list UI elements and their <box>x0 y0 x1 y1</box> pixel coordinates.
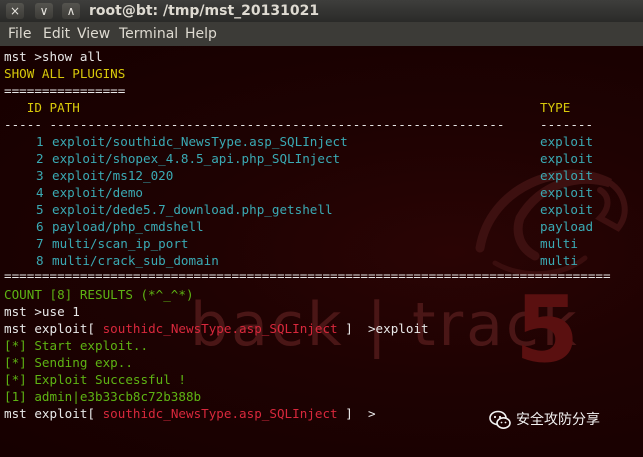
plugin-type: exploit <box>540 168 594 183</box>
log-line: [1] admin|e3b33cb8c72b388b <box>4 389 202 404</box>
prompt-command: ] >exploit <box>337 321 429 336</box>
prompt-prefix: mst exploit[ <box>4 321 103 336</box>
plugin-path: exploit/demo <box>52 185 143 200</box>
dash-separator: ----- ----------------------------------… <box>4 117 505 132</box>
plugin-id: 3 <box>36 168 44 183</box>
plugin-id: 6 <box>36 219 44 234</box>
wechat-account-name: 安全攻防分享 <box>516 412 600 428</box>
terminal-output[interactable]: back | track 5 mst >show all SHOW ALL PL… <box>0 46 643 457</box>
plugin-type: exploit <box>540 185 594 200</box>
backtrack-version-watermark: 5 <box>515 276 580 383</box>
plugin-id: 2 <box>36 151 44 166</box>
menu-edit[interactable]: Edit <box>43 25 70 43</box>
plugin-type: exploit <box>540 202 594 217</box>
log-line: [*] Sending exp.. <box>4 355 133 370</box>
plugin-id: 1 <box>36 134 44 149</box>
menu-view[interactable]: View <box>77 25 110 43</box>
plugins-header: SHOW ALL PLUGINS <box>4 66 126 81</box>
prompt-prefix: mst exploit[ <box>4 406 103 421</box>
log-line: [*] Start exploit.. <box>4 338 149 353</box>
window-title: root@bt: /tmp/mst_20131021 <box>89 3 320 19</box>
plugin-type: payload <box>540 219 594 234</box>
menu-help[interactable]: Help <box>185 25 217 43</box>
prompt-command: ] > <box>337 406 376 421</box>
command-line: mst >show all <box>4 49 103 64</box>
column-id-path: ID PATH <box>4 100 80 115</box>
plugin-type: exploit <box>540 151 594 166</box>
plugin-path: multi/scan_ip_port <box>52 236 189 251</box>
plugin-path: exploit/shopex_4.8.5_api.php_SQLInject <box>52 151 341 166</box>
minimize-button[interactable]: ∨ <box>35 3 53 19</box>
close-button[interactable]: × <box>6 3 24 19</box>
plugin-path: payload/php_cmdshell <box>52 219 204 234</box>
plugin-id: 5 <box>36 202 44 217</box>
plugin-path: exploit/ms12_020 <box>52 168 174 183</box>
log-line: [*] Exploit Successful ! <box>4 372 186 387</box>
plugin-path: exploit/dede5.7_download.php_getshell <box>52 202 333 217</box>
separator: ================ <box>4 83 126 98</box>
menu-terminal[interactable]: Terminal <box>119 25 178 43</box>
menu-bar: File Edit View Terminal Help <box>0 22 643 46</box>
exploit-prompt: mst exploit[ southidc_NewsType.asp_SQLIn… <box>4 320 429 337</box>
terminal-window: × ∨ ∧ root@bt: /tmp/mst_20131021 File Ed… <box>0 0 643 457</box>
plugin-id: 4 <box>36 185 44 200</box>
dash-separator-type: ------- <box>540 117 594 132</box>
command-line: mst >use 1 <box>4 304 80 319</box>
results-count: COUNT [8] RESULTS (*^_^*) <box>4 287 194 302</box>
module-name: southidc_NewsType.asp_SQLInject <box>102 321 338 336</box>
wechat-icon <box>489 410 511 429</box>
title-bar: × ∨ ∧ root@bt: /tmp/mst_20131021 <box>0 0 643 22</box>
plugin-path: exploit/southidc_NewsType.asp_SQLInject <box>52 134 348 149</box>
module-name: southidc_NewsType.asp_SQLInject <box>102 406 338 421</box>
maximize-button[interactable]: ∧ <box>62 3 80 19</box>
plugin-type: multi <box>540 236 578 251</box>
exploit-prompt: mst exploit[ southidc_NewsType.asp_SQLIn… <box>4 405 376 422</box>
menu-file[interactable]: File <box>8 25 31 43</box>
separator: ========================================… <box>4 268 611 283</box>
column-type: TYPE <box>540 100 571 115</box>
plugin-id: 7 <box>36 236 44 251</box>
plugin-type: exploit <box>540 134 594 149</box>
